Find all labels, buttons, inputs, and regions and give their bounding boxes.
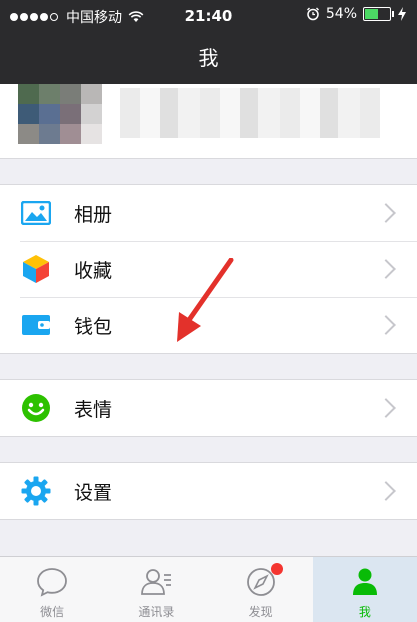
avatar[interactable]	[18, 84, 102, 144]
menu-group-2: 表情	[0, 379, 417, 437]
menu-group-3: 设置	[0, 462, 417, 520]
page-title: 我	[198, 46, 219, 70]
status-bar: 中国移动 21:40 54%	[0, 0, 417, 32]
annotation-arrow-icon	[177, 258, 234, 342]
tab-label: 我	[358, 605, 371, 619]
tab-label: 通讯录	[138, 605, 175, 619]
battery-icon	[363, 7, 394, 21]
chevron-right-icon	[376, 203, 396, 223]
photo-album-icon	[20, 197, 52, 229]
menu-item-label: 设置	[74, 481, 113, 504]
menu-item-label: 表情	[74, 398, 113, 421]
nav-bar: 我	[0, 32, 417, 84]
battery-percent: 54%	[325, 6, 357, 22]
tab-label: 发现	[248, 605, 273, 619]
tab-chats[interactable]: 微信	[0, 557, 104, 622]
alarm-clock-icon	[306, 7, 319, 21]
menu-item-album[interactable]: 相册	[0, 185, 417, 241]
battery-fill	[365, 9, 378, 19]
person-icon	[352, 568, 377, 595]
profile-card[interactable]	[0, 84, 417, 159]
gear-icon	[20, 475, 52, 507]
wallet-icon	[20, 309, 52, 341]
charging-bolt-icon	[398, 7, 406, 21]
tab-label: 微信	[40, 605, 65, 619]
menu-item-label: 相册	[74, 203, 113, 226]
chevron-right-icon	[376, 398, 396, 418]
notification-dot	[271, 563, 284, 575]
tab-contacts[interactable]: 通讯录	[104, 557, 208, 622]
tab-bar: 微信 通讯录 发现 我	[0, 556, 417, 622]
favorites-cube-icon	[20, 253, 52, 285]
chevron-right-icon	[376, 315, 396, 335]
menu-item-stickers[interactable]: 表情	[0, 380, 417, 436]
tab-me[interactable]: 我	[312, 557, 417, 622]
chat-bubble-icon	[37, 568, 68, 597]
menu-item-settings[interactable]: 设置	[0, 463, 417, 519]
profile-name-blurred	[120, 88, 380, 138]
contacts-icon	[141, 569, 172, 595]
smiley-icon	[20, 392, 52, 424]
tab-discover[interactable]: 发现	[209, 557, 313, 622]
chevron-right-icon	[376, 259, 396, 279]
status-right: 54%	[306, 6, 407, 22]
chevron-right-icon	[376, 481, 396, 501]
